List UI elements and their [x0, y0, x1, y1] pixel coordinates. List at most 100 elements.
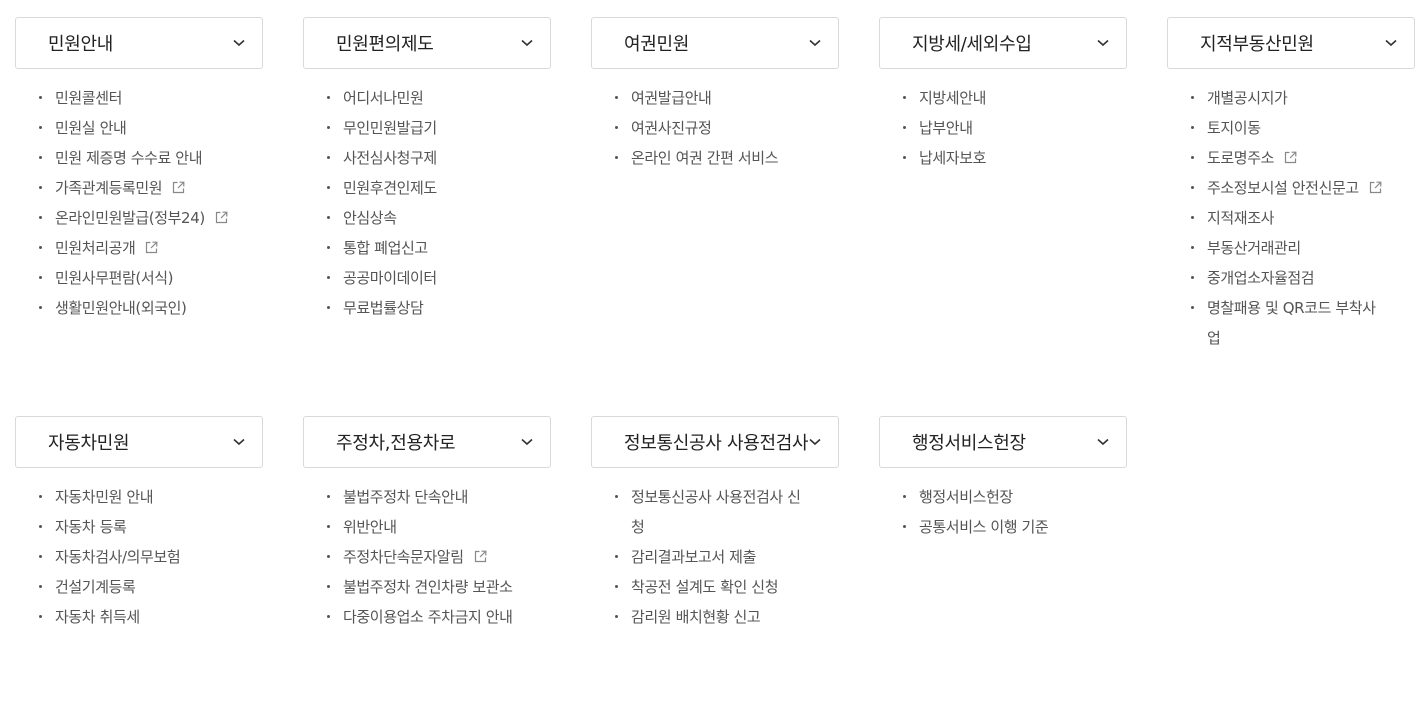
menu-link[interactable]: 민원처리공개 — [55, 239, 136, 257]
list-item: 어디서나민원 — [327, 83, 521, 113]
list-item: 지방세안내 — [903, 83, 1097, 113]
menu-link[interactable]: 불법주정차 단속안내 — [343, 488, 468, 506]
list-item: 행정서비스헌장 — [903, 482, 1097, 512]
group-item-list: 개별공시지가토지이동도로명주소주소정보시설 안전신문고지적재조사부동산거래관리중… — [1167, 69, 1415, 353]
menu-link[interactable]: 도로명주소 — [1207, 149, 1274, 167]
list-item: 불법주정차 견인차량 보관소 — [327, 572, 521, 602]
menu-link[interactable]: 민원후견인제도 — [343, 179, 437, 197]
menu-link[interactable]: 자동차 취득세 — [55, 608, 140, 626]
list-item: 토지이동 — [1191, 113, 1385, 143]
group-toggle-button[interactable]: 자동차민원 — [15, 416, 263, 468]
menu-link[interactable]: 자동차검사/의무보험 — [55, 548, 181, 566]
group-title: 정보통신공사 사용전검사 — [624, 433, 808, 454]
menu-group: 민원안내민원콜센터민원실 안내민원 제증명 수수료 안내가족관계등록민원온라인민… — [15, 17, 263, 323]
chevron-down-icon — [1096, 435, 1110, 449]
menu-link[interactable]: 자동차민원 안내 — [55, 488, 154, 506]
list-item: 민원콜센터 — [39, 83, 233, 113]
menu-link[interactable]: 감리원 배치현황 신고 — [631, 608, 761, 626]
list-item: 가족관계등록민원 — [39, 173, 233, 203]
list-item: 민원사무편람(서식) — [39, 263, 233, 293]
menu-link[interactable]: 토지이동 — [1207, 119, 1261, 137]
menu-link[interactable]: 지적재조사 — [1207, 209, 1274, 227]
group-item-list: 여권발급안내여권사진규정온라인 여권 간편 서비스 — [591, 69, 839, 173]
group-toggle-button[interactable]: 정보통신공사 사용전검사 — [591, 416, 839, 468]
menu-link[interactable]: 납부안내 — [919, 119, 973, 137]
menu-link[interactable]: 사전심사청구제 — [343, 149, 437, 167]
menu-link[interactable]: 위반안내 — [343, 518, 397, 536]
menu-link[interactable]: 어디서나민원 — [343, 89, 424, 107]
menu-link[interactable]: 공공마이데이터 — [343, 269, 437, 287]
group-toggle-button[interactable]: 주정차,전용차로 — [303, 416, 551, 468]
list-item: 생활민원안내(외국인) — [39, 293, 233, 323]
menu-link[interactable]: 공통서비스 이행 기준 — [919, 518, 1049, 536]
group-item-list: 정보통신공사 사용전검사 신청감리결과보고서 제출착공전 설계도 확인 신청감리… — [591, 468, 839, 632]
group-toggle-button[interactable]: 민원편의제도 — [303, 17, 551, 69]
menu-link[interactable]: 감리결과보고서 제출 — [631, 548, 756, 566]
group-item-list: 행정서비스헌장공통서비스 이행 기준 — [879, 468, 1127, 542]
group-toggle-button[interactable]: 민원안내 — [15, 17, 263, 69]
list-item: 지적재조사 — [1191, 203, 1385, 233]
group-item-list: 불법주정차 단속안내위반안내주정차단속문자알림불법주정차 견인차량 보관소다중이… — [303, 468, 551, 632]
chevron-down-icon — [232, 36, 246, 50]
menu-link[interactable]: 통합 폐업신고 — [343, 239, 428, 257]
external-link-icon[interactable] — [474, 550, 487, 563]
menu-link[interactable]: 민원사무편람(서식) — [55, 269, 174, 287]
menu-link[interactable]: 생활민원안내(외국인) — [55, 299, 187, 317]
list-item: 여권발급안내 — [615, 83, 809, 113]
menu-group: 여권민원여권발급안내여권사진규정온라인 여권 간편 서비스 — [591, 17, 839, 173]
menu-link[interactable]: 다중이용업소 주차금지 안내 — [343, 608, 513, 626]
menu-link[interactable]: 명찰패용 및 QR코드 부착사업 — [1207, 299, 1376, 347]
list-item: 도로명주소 — [1191, 143, 1385, 173]
menu-link[interactable]: 건설기계등록 — [55, 578, 136, 596]
group-title: 자동차민원 — [48, 433, 130, 454]
group-toggle-button[interactable]: 지방세/세외수입 — [879, 17, 1127, 69]
list-item: 안심상속 — [327, 203, 521, 233]
external-link-icon[interactable] — [172, 181, 185, 194]
menu-link[interactable]: 민원콜센터 — [55, 89, 122, 107]
menu-link[interactable]: 여권사진규정 — [631, 119, 712, 137]
menu-link[interactable]: 부동산거래관리 — [1207, 239, 1301, 257]
menu-link[interactable]: 지방세안내 — [919, 89, 986, 107]
menu-link[interactable]: 정보통신공사 사용전검사 신청 — [631, 488, 801, 536]
list-item: 감리원 배치현황 신고 — [615, 602, 809, 632]
menu-link[interactable]: 온라인민원발급(정부24) — [55, 209, 205, 227]
list-item: 납세자보호 — [903, 143, 1097, 173]
group-title: 지적부동산민원 — [1200, 34, 1314, 55]
menu-link[interactable]: 행정서비스헌장 — [919, 488, 1013, 506]
list-item: 공공마이데이터 — [327, 263, 521, 293]
menu-link[interactable]: 착공전 설계도 확인 신청 — [631, 578, 779, 596]
group-toggle-button[interactable]: 여권민원 — [591, 17, 839, 69]
menu-link[interactable]: 민원실 안내 — [55, 119, 127, 137]
group-item-list: 자동차민원 안내자동차 등록자동차검사/의무보험건설기계등록자동차 취득세 — [15, 468, 263, 632]
menu-link[interactable]: 개별공시지가 — [1207, 89, 1288, 107]
external-link-icon[interactable] — [1369, 181, 1382, 194]
menu-link[interactable]: 민원 제증명 수수료 안내 — [55, 149, 203, 167]
menu-link[interactable]: 안심상속 — [343, 209, 397, 227]
list-item: 공통서비스 이행 기준 — [903, 512, 1097, 542]
external-link-icon[interactable] — [215, 211, 228, 224]
menu-link[interactable]: 가족관계등록민원 — [55, 179, 163, 197]
list-item: 온라인 여권 간편 서비스 — [615, 143, 809, 173]
group-toggle-button[interactable]: 지적부동산민원 — [1167, 17, 1415, 69]
menu-link[interactable]: 중개업소자율점검 — [1207, 269, 1315, 287]
list-item: 중개업소자율점검 — [1191, 263, 1385, 293]
menu-link[interactable]: 무료법률상담 — [343, 299, 424, 317]
list-item: 주정차단속문자알림 — [327, 542, 521, 572]
menu-link[interactable]: 불법주정차 견인차량 보관소 — [343, 578, 513, 596]
menu-link[interactable]: 온라인 여권 간편 서비스 — [631, 149, 779, 167]
group-toggle-button[interactable]: 행정서비스헌장 — [879, 416, 1127, 468]
group-title: 행정서비스헌장 — [912, 433, 1026, 454]
menu-link[interactable]: 자동차 등록 — [55, 518, 127, 536]
external-link-icon[interactable] — [145, 241, 158, 254]
group-title: 주정차,전용차로 — [336, 433, 456, 454]
chevron-down-icon — [520, 435, 534, 449]
menu-link[interactable]: 여권발급안내 — [631, 89, 712, 107]
menu-link[interactable]: 주정차단속문자알림 — [343, 548, 464, 566]
menu-link[interactable]: 주소정보시설 안전신문고 — [1207, 179, 1359, 197]
menu-link[interactable]: 무인민원발급기 — [343, 119, 437, 137]
group-title: 민원편의제도 — [336, 34, 434, 55]
chevron-down-icon — [1096, 36, 1110, 50]
menu-link[interactable]: 납세자보호 — [919, 149, 986, 167]
group-item-list: 민원콜센터민원실 안내민원 제증명 수수료 안내가족관계등록민원온라인민원발급(… — [15, 69, 263, 323]
external-link-icon[interactable] — [1284, 151, 1297, 164]
